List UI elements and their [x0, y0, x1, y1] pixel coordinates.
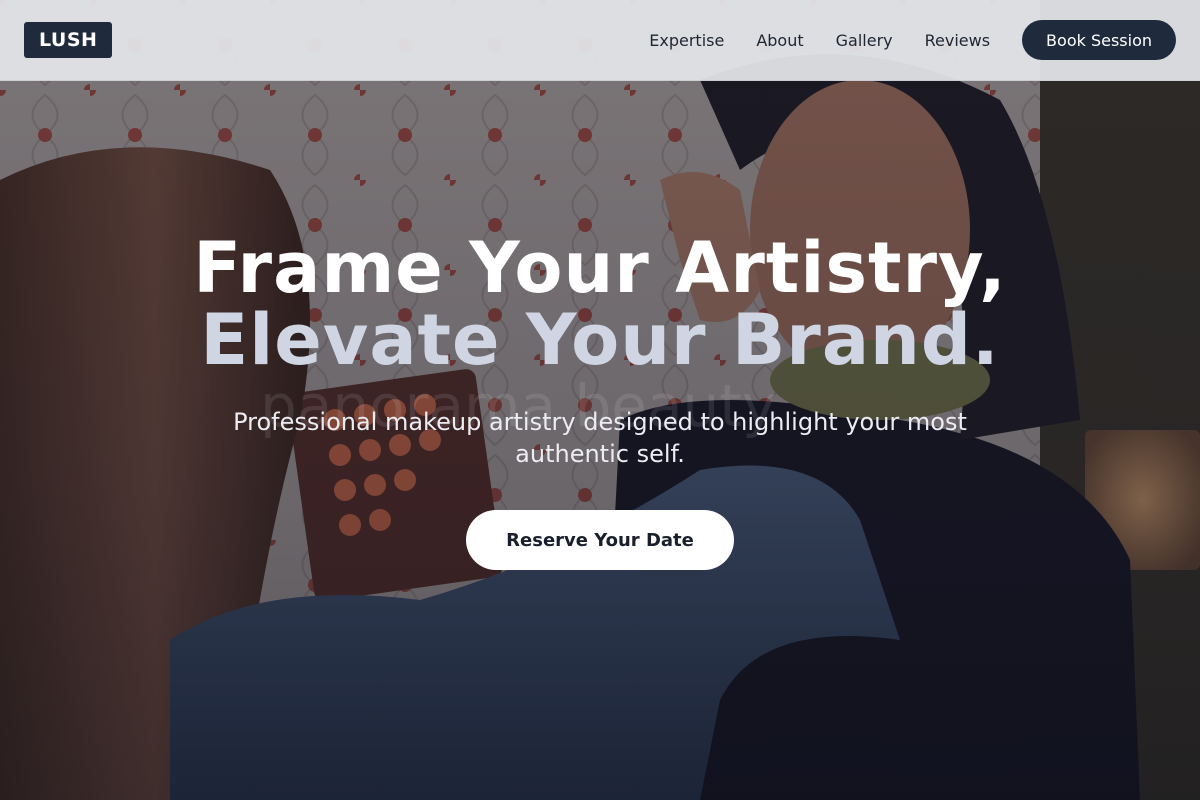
- nav-menu: Expertise About Gallery Reviews Book Ses…: [649, 20, 1176, 60]
- nav-link-gallery[interactable]: Gallery: [836, 31, 893, 50]
- nav-link-reviews[interactable]: Reviews: [925, 31, 990, 50]
- hero-content: Frame Your Artistry, Elevate Your Brand.…: [0, 232, 1200, 570]
- nav-link-about[interactable]: About: [756, 31, 803, 50]
- brand-logo[interactable]: LUSH: [24, 22, 113, 58]
- reserve-date-button[interactable]: Reserve Your Date: [466, 510, 734, 570]
- top-navbar: LUSH Expertise About Gallery Reviews Boo…: [0, 0, 1200, 81]
- headline-line-2: Elevate Your Brand.: [200, 299, 1000, 381]
- nav-link-expertise[interactable]: Expertise: [649, 31, 724, 50]
- hero-subtitle: Professional makeup artistry designed to…: [233, 408, 967, 468]
- hero-headline: Frame Your Artistry, Elevate Your Brand.: [0, 232, 1200, 376]
- book-session-button[interactable]: Book Session: [1022, 20, 1176, 60]
- headline-line-1: Frame Your Artistry,: [193, 227, 1007, 309]
